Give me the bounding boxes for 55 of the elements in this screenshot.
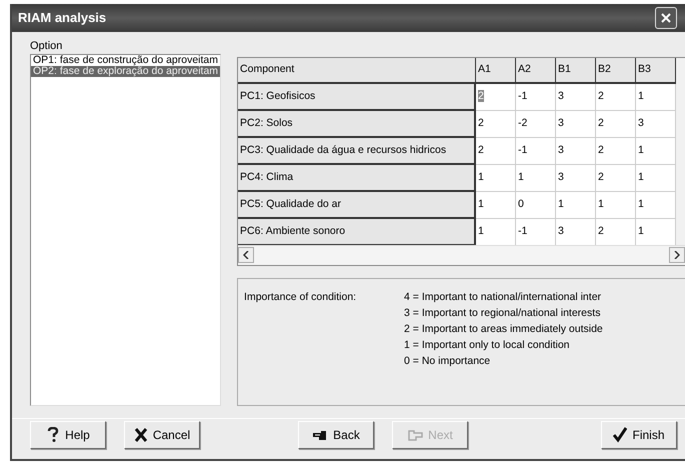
help-button[interactable]: Help bbox=[30, 420, 106, 449]
window-title: RIAM analysis bbox=[18, 9, 106, 28]
table-cell[interactable]: 2 bbox=[596, 138, 636, 165]
table-cell[interactable]: 1 bbox=[596, 192, 636, 219]
table-cell[interactable]: 3 bbox=[556, 164, 596, 192]
row-header: PC2: Solos bbox=[238, 110, 476, 138]
table-cell[interactable]: 1 bbox=[476, 164, 516, 192]
table-cell[interactable]: -1 bbox=[516, 84, 556, 111]
column-header: Component bbox=[238, 58, 476, 84]
help-icon bbox=[46, 426, 60, 443]
table-cell[interactable]: 1 bbox=[476, 192, 516, 219]
importance-line: 2 = Important to areas immediately outside bbox=[404, 322, 603, 337]
horizontal-scrollbar[interactable] bbox=[238, 244, 685, 265]
scroll-left-button[interactable] bbox=[238, 247, 254, 264]
table-cell[interactable]: -2 bbox=[516, 110, 556, 138]
importance-line: 1 = Important only to local condition bbox=[404, 338, 571, 353]
finish-button[interactable]: Finish bbox=[601, 420, 677, 449]
table-cell[interactable]: -1 bbox=[516, 138, 556, 165]
table-cell[interactable]: 3 bbox=[556, 110, 596, 138]
option-label: Option bbox=[30, 40, 64, 53]
check-icon bbox=[613, 426, 628, 443]
option-item[interactable]: OP1: fase de construção do aproveitam bbox=[31, 54, 220, 66]
table-cell[interactable]: 2 bbox=[476, 138, 516, 165]
table-cell[interactable]: 0 bbox=[516, 192, 556, 219]
column-header: B1 bbox=[556, 58, 596, 84]
table-cell[interactable]: 2 bbox=[476, 84, 516, 111]
close-button[interactable] bbox=[655, 6, 677, 29]
row-header: PC1: Geofisicos bbox=[238, 84, 476, 111]
table-cell[interactable]: 3 bbox=[556, 84, 596, 111]
table-cell[interactable]: 2 bbox=[596, 164, 636, 192]
close-icon bbox=[660, 12, 672, 24]
column-header: A2 bbox=[516, 58, 556, 84]
column-header: A1 bbox=[476, 58, 516, 84]
option-item[interactable]: OP2: fase de exploração do aproveitam bbox=[31, 66, 220, 77]
importance-line: 0 = No importance bbox=[404, 354, 492, 369]
vertical-scrollbar[interactable] bbox=[676, 58, 685, 245]
row-header: PC5: Qualidade do ar bbox=[238, 192, 476, 219]
table-cell[interactable]: 1 bbox=[556, 192, 596, 219]
importance-line: 4 = Important to national/international inter bbox=[404, 290, 602, 305]
table-cell[interactable]: 1 bbox=[516, 164, 556, 192]
table-cell[interactable]: 3 bbox=[556, 138, 596, 165]
cancel-icon bbox=[134, 426, 148, 443]
table-cell[interactable]: 2 bbox=[596, 110, 636, 138]
back-button[interactable]: Back bbox=[298, 420, 374, 449]
column-header: B3 bbox=[636, 58, 676, 84]
table-cell[interactable]: 2 bbox=[476, 110, 516, 138]
table-cell[interactable]: 2 bbox=[596, 84, 636, 111]
row-header: PC6: Ambiente sonoro bbox=[238, 218, 476, 245]
row-header: PC4: Clima bbox=[238, 164, 476, 192]
info-label: Importance of condition: bbox=[244, 290, 358, 305]
row-header: PC3: Qualidade da água e recursos hidricos bbox=[238, 138, 476, 165]
column-header: B2 bbox=[596, 58, 636, 84]
cancel-button[interactable]: Cancel bbox=[124, 420, 200, 449]
scroll-right-button[interactable] bbox=[669, 247, 685, 264]
importance-line: 3 = Important to regional/national interests bbox=[404, 306, 602, 321]
